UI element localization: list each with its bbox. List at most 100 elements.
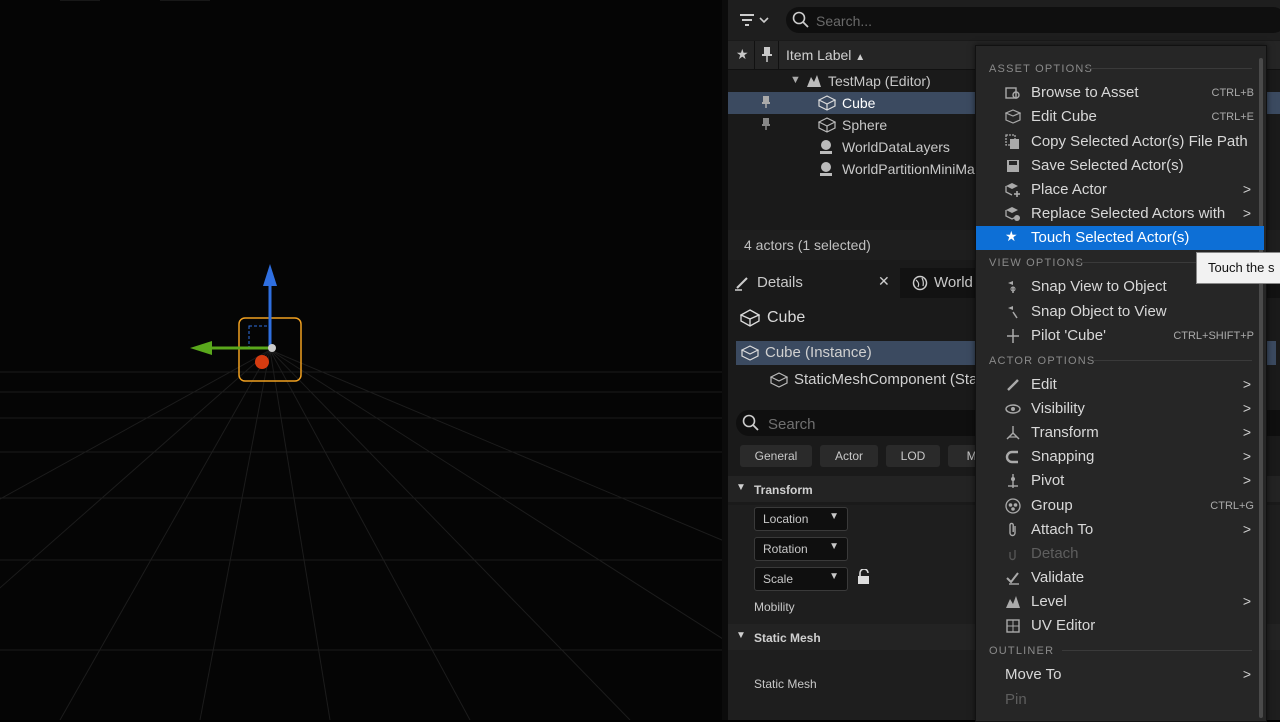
level-viewport[interactable] <box>0 0 722 720</box>
outliner-search[interactable] <box>786 7 1280 33</box>
outliner-search-input[interactable] <box>814 10 1218 32</box>
menu-snapping[interactable]: Snapping > <box>976 445 1265 469</box>
menu-pivot[interactable]: Pivot > <box>976 469 1265 493</box>
collapse-arrow-icon: ▼ <box>736 482 746 493</box>
search-icon <box>742 414 759 431</box>
menu-label: Snapping <box>1031 448 1095 465</box>
menu-label: Pivot <box>1031 472 1065 489</box>
expand-arrow-icon[interactable]: ▼ <box>790 74 801 86</box>
menu-attach-to[interactable]: Attach To > <box>976 518 1265 542</box>
menu-label: Touch Selected Actor(s) <box>1031 229 1190 246</box>
eye-icon <box>1005 404 1021 414</box>
menu-label: Place Actor <box>1031 181 1107 198</box>
section-view-options: VIEW OPTIONS <box>989 257 1085 269</box>
section-asset-options: ASSET OPTIONS <box>989 63 1094 75</box>
scale-dropdown[interactable]: Scale ▼ <box>754 567 848 591</box>
magnet-icon <box>1005 450 1018 464</box>
map-icon <box>807 75 821 87</box>
chevron-right-icon: > <box>1242 424 1251 440</box>
menu-browse-to-asset[interactable]: Browse to Asset CTRL+B <box>976 81 1265 105</box>
cube-icon <box>1005 109 1021 124</box>
menu-label: Edit <box>1031 376 1057 393</box>
validate-icon <box>1006 572 1019 585</box>
menu-transform[interactable]: Transform > <box>976 421 1265 445</box>
level-icon <box>1006 596 1020 608</box>
unlock-icon[interactable] <box>856 569 872 585</box>
pilot-icon <box>1007 329 1019 343</box>
menu-move-to[interactable]: Move To > <box>976 663 1265 687</box>
menu-touch-selected[interactable]: ★ Touch Selected Actor(s) <box>976 226 1264 250</box>
pivot-icon <box>1008 474 1018 488</box>
menu-group[interactable]: Group CTRL+G <box>976 494 1265 518</box>
menu-shortcut: CTRL+G <box>1210 500 1254 512</box>
section-divider <box>1062 650 1252 651</box>
menu-replace-selected[interactable]: Replace Selected Actors with > <box>976 202 1265 226</box>
filter-button[interactable] <box>738 11 778 29</box>
menu-validate[interactable]: Validate <box>976 566 1265 590</box>
chevron-down-icon: ▼ <box>829 571 839 582</box>
star-icon: ★ <box>1005 228 1018 244</box>
chevron-right-icon: > <box>1242 521 1251 537</box>
context-menu: ASSET OPTIONS Browse to Asset CTRL+B Edi… <box>975 45 1267 722</box>
uv-editor-icon <box>1006 619 1020 633</box>
pin-icon[interactable] <box>762 118 770 130</box>
chevron-right-icon: > <box>1242 472 1251 488</box>
outliner-row-label: WorldPartitionMiniMap <box>842 161 983 177</box>
outliner-row-label: TestMap (Editor) <box>828 73 931 89</box>
details-actor-name: Cube <box>767 309 806 326</box>
menu-level[interactable]: Level > <box>976 590 1265 614</box>
actor-icon <box>820 162 832 176</box>
chevron-right-icon: > <box>1242 593 1251 609</box>
menu-save-selected[interactable]: Save Selected Actor(s) <box>976 154 1265 178</box>
menu-label: Attach To <box>1031 521 1094 538</box>
cube-icon <box>818 95 836 111</box>
details-search-input[interactable] <box>766 413 970 435</box>
menu-label: Save Selected Actor(s) <box>1031 157 1184 174</box>
snap-view-icon <box>1008 281 1016 293</box>
menu-uv-editor[interactable]: UV Editor <box>976 614 1265 638</box>
filter-icon <box>740 14 769 26</box>
menu-label: Transform <box>1031 424 1099 441</box>
chevron-right-icon: > <box>1242 205 1251 221</box>
cube-icon <box>741 345 759 361</box>
chevron-down-icon: ▼ <box>829 541 839 552</box>
menu-snap-object-to-view[interactable]: Snap Object to View <box>976 300 1265 324</box>
menu-edit[interactable]: Edit > <box>976 373 1265 397</box>
transform-gizmo[interactable] <box>0 0 722 720</box>
menu-visibility[interactable]: Visibility > <box>976 397 1265 421</box>
close-icon[interactable]: ✕ <box>878 273 890 290</box>
menu-place-actor[interactable]: Place Actor > <box>976 178 1265 202</box>
pin-icon[interactable] <box>762 96 770 108</box>
filter-general[interactable]: General <box>740 445 812 467</box>
filter-lod[interactable]: LOD <box>886 445 940 467</box>
static-mesh-label: Static Mesh <box>754 677 817 691</box>
location-dropdown[interactable]: Location ▼ <box>754 507 848 531</box>
place-actor-icon <box>1005 183 1020 197</box>
menu-shortcut: CTRL+E <box>1211 111 1255 123</box>
menu-pilot-cube[interactable]: Pilot 'Cube' CTRL+SHIFT+P <box>976 324 1265 348</box>
pin-icon[interactable] <box>761 46 773 62</box>
chevron-right-icon: > <box>1242 400 1251 416</box>
menu-label: Copy Selected Actor(s) File Path <box>1031 133 1248 150</box>
menu-label: Move To <box>1005 666 1062 683</box>
menu-label: Group <box>1031 497 1073 514</box>
menu-label: Replace Selected Actors with <box>1031 205 1226 222</box>
menu-label: Visibility <box>1031 400 1085 417</box>
menu-edit-cube[interactable]: Edit Cube CTRL+E <box>976 105 1265 129</box>
tab-details[interactable]: Details ✕ <box>728 268 900 298</box>
tooltip: Touch the s <box>1196 252 1280 284</box>
rotation-dropdown[interactable]: Rotation ▼ <box>754 537 848 561</box>
section-outliner: OUTLINER <box>989 645 1055 657</box>
item-label-column[interactable]: Item Label ▲ <box>786 47 865 63</box>
dropdown-label: Scale <box>763 572 794 586</box>
filter-actor[interactable]: Actor <box>820 445 878 467</box>
column-separator <box>778 41 779 69</box>
browse-icon <box>1005 87 1020 99</box>
chevron-right-icon: > <box>1242 376 1251 392</box>
snap-object-icon <box>1008 306 1018 319</box>
chevron-right-icon: > <box>1242 181 1251 197</box>
actor-icon <box>820 140 832 154</box>
detach-icon <box>1009 550 1016 561</box>
star-icon[interactable]: ★ <box>736 46 749 63</box>
menu-copy-file-path[interactable]: Copy Selected Actor(s) File Path <box>976 130 1265 154</box>
